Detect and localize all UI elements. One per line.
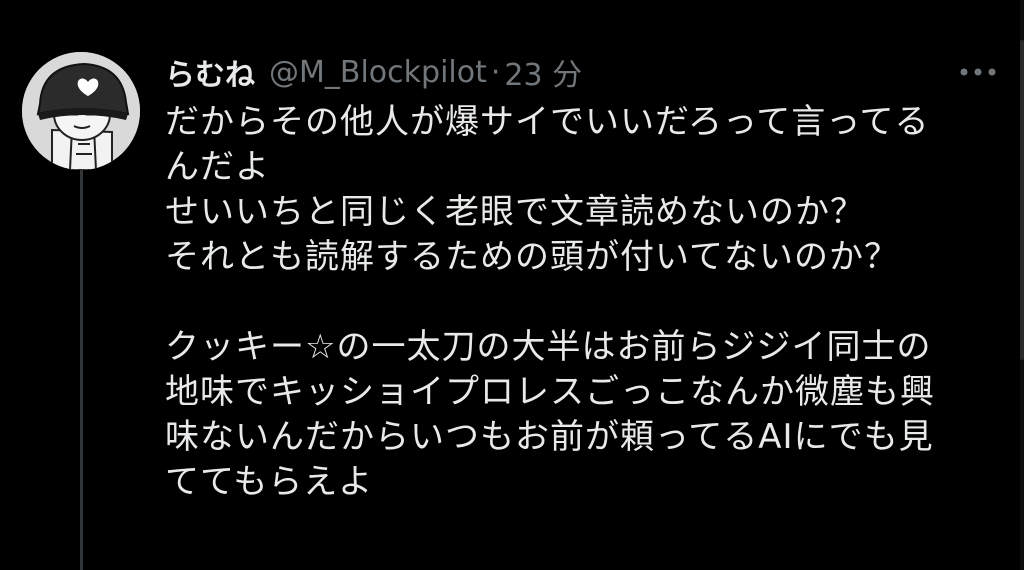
tweet-text-line: だからその他人が爆サイでいいだろって言ってる [165,102,930,142]
tweet-text-line: んだよ [165,147,270,187]
tweet-text-line: それとも読解するための頭が付いてないのか？ [165,237,899,277]
user-handle[interactable]: @M_Blockpilot [269,55,487,90]
scrollbar-track[interactable] [1020,0,1024,570]
scrollbar-thumb[interactable] [1020,40,1024,360]
timestamp[interactable]: 23 分 [504,50,582,94]
tweet-text-line: 味ないんだからいつもお前が頼ってるAIにでも見 [165,417,934,457]
thread-connector-line [80,170,83,570]
display-name[interactable]: らむね [165,50,255,94]
more-horizontal-icon[interactable] [956,58,1000,86]
tweet-text-line: 地味でキッショイプロレスごっこなんか微塵も興 [165,372,935,412]
tweet-text-line: ててもらえよ [165,462,374,502]
tweet-text-line: クッキー☆の一太刀の大半はお前らジジイ同士の [165,327,932,367]
helmet-character-avatar-icon [22,52,140,170]
tweet-text-line: せいいちと同じく老眼で文章読めないのか？ [165,192,865,232]
separator-dot: · [490,54,501,90]
tweet-header: らむね @M_Blockpilot · 23 分 [165,50,582,94]
tweet-text: だからその他人が爆サイでいいだろって言ってる んだよ せいいちと同じく老眼で文章… [165,100,995,505]
avatar[interactable] [22,52,140,170]
